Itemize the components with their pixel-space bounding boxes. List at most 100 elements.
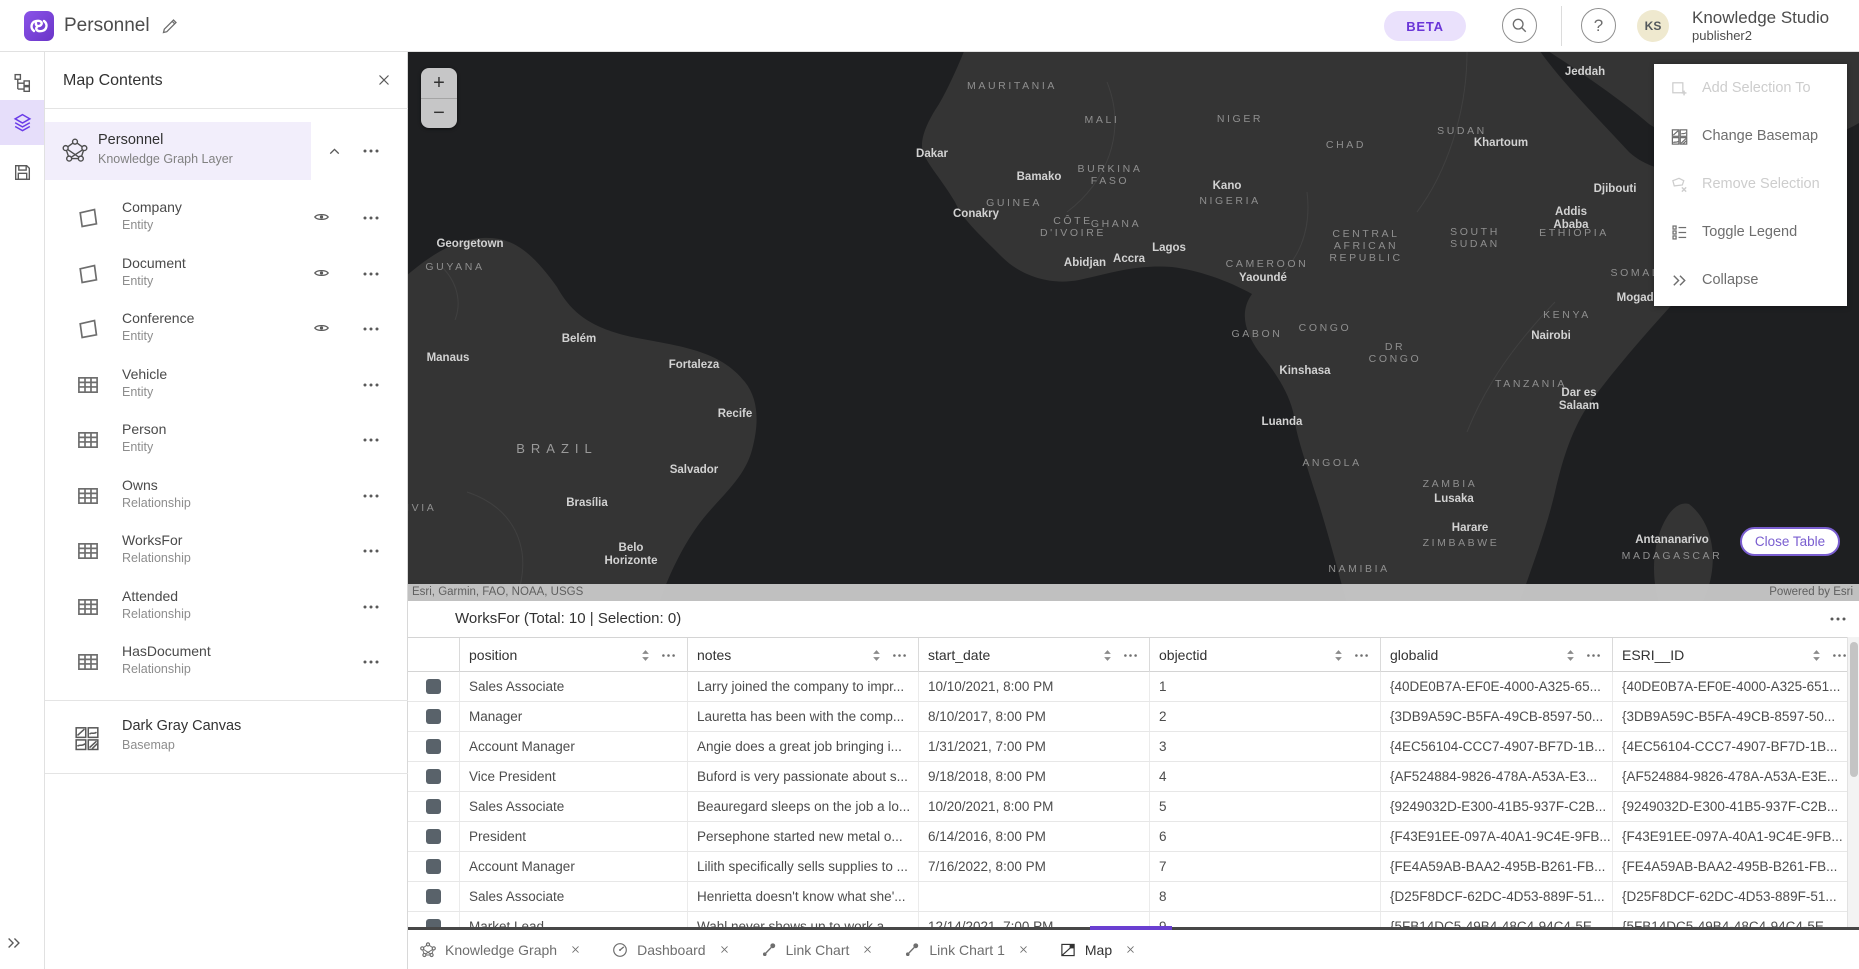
table-row[interactable]: Vice PresidentBuford is very passionate … bbox=[407, 762, 1859, 792]
cell-esri_id[interactable]: {D25F8DCF-62DC-4D53-889F-51... bbox=[1613, 882, 1859, 911]
cell-start_date[interactable]: 9/18/2018, 8:00 PM bbox=[919, 762, 1150, 791]
tab-link-chart[interactable]: Link Chart bbox=[760, 941, 874, 959]
column-options-button[interactable] bbox=[891, 649, 908, 662]
close-panel-icon[interactable] bbox=[375, 71, 393, 89]
layer-item-vehicle[interactable]: Vehicle Entity bbox=[45, 357, 408, 412]
sort-icon[interactable] bbox=[1101, 648, 1114, 663]
cell-position[interactable]: Manager bbox=[460, 702, 688, 731]
cell-start_date[interactable]: 10/10/2021, 8:00 PM bbox=[919, 672, 1150, 701]
layer-item-person[interactable]: Person Entity bbox=[45, 412, 408, 467]
tab-close-icon[interactable] bbox=[862, 944, 873, 955]
layer-options-button[interactable] bbox=[361, 543, 381, 559]
row-checkbox[interactable] bbox=[426, 919, 441, 927]
column-header-notes[interactable]: notes bbox=[688, 638, 919, 672]
zoom-in-button[interactable]: + bbox=[421, 68, 457, 98]
expand-rail-chevrons-icon[interactable] bbox=[5, 934, 23, 952]
cell-globalid[interactable]: {AF524884-9826-478A-A53A-E3... bbox=[1381, 762, 1613, 791]
layer-item-owns[interactable]: Owns Relationship bbox=[45, 468, 408, 523]
cell-globalid[interactable]: {FE4A59AB-BAA2-495B-B261-FB... bbox=[1381, 852, 1613, 881]
table-options-button[interactable] bbox=[1828, 612, 1848, 626]
table-row[interactable]: Account ManagerAngie does a great job br… bbox=[407, 732, 1859, 762]
cell-position[interactable]: Sales Associate bbox=[460, 882, 688, 911]
cell-globalid[interactable]: {3DB9A59C-B5FA-49CB-8597-50... bbox=[1381, 702, 1613, 731]
row-checkbox[interactable] bbox=[426, 799, 441, 814]
cell-notes[interactable]: Lauretta has been with the comp... bbox=[688, 702, 919, 731]
cell-position[interactable]: Vice President bbox=[460, 762, 688, 791]
column-options-button[interactable] bbox=[1122, 649, 1139, 662]
sort-icon[interactable] bbox=[870, 648, 883, 663]
layer-options-button[interactable] bbox=[361, 210, 381, 226]
cell-position[interactable]: Sales Associate bbox=[460, 792, 688, 821]
layer-visibility-eye-icon[interactable] bbox=[311, 264, 332, 282]
cell-globalid[interactable]: {5FB14DC5-49B4-48C4-94C4-5E... bbox=[1381, 912, 1613, 927]
cell-notes[interactable]: Beauregard sleeps on the job a lo... bbox=[688, 792, 919, 821]
tab-close-icon[interactable] bbox=[1018, 944, 1029, 955]
column-header-objectid[interactable]: objectid bbox=[1150, 638, 1381, 672]
cell-objectid[interactable]: 3 bbox=[1150, 732, 1381, 761]
column-options-button[interactable] bbox=[1353, 649, 1370, 662]
cell-position[interactable]: President bbox=[460, 822, 688, 851]
cell-objectid[interactable]: 5 bbox=[1150, 792, 1381, 821]
group-options-button[interactable] bbox=[361, 143, 381, 159]
context-menu-toggle-legend[interactable]: Toggle Legend bbox=[1654, 208, 1847, 256]
cell-globalid[interactable]: {9249032D-E300-41B5-937F-C2B... bbox=[1381, 792, 1613, 821]
column-header-globalid[interactable]: globalid bbox=[1381, 638, 1613, 672]
rail-layers-button[interactable] bbox=[0, 100, 44, 145]
cell-globalid[interactable]: {4EC56104-CCC7-4907-BF7D-1B... bbox=[1381, 732, 1613, 761]
tab-close-icon[interactable] bbox=[719, 944, 730, 955]
row-checkbox[interactable] bbox=[426, 859, 441, 874]
sort-icon[interactable] bbox=[1810, 648, 1823, 663]
layer-options-button[interactable] bbox=[361, 488, 381, 504]
layer-visibility-eye-icon[interactable] bbox=[311, 208, 332, 226]
cell-notes[interactable]: Henrietta doesn't know what she'... bbox=[688, 882, 919, 911]
layer-item-hasdocument[interactable]: HasDocument Relationship bbox=[45, 634, 408, 689]
sort-icon[interactable] bbox=[639, 648, 652, 663]
cell-esri_id[interactable]: {3DB9A59C-B5FA-49CB-8597-50... bbox=[1613, 702, 1859, 731]
zoom-out-button[interactable]: − bbox=[421, 98, 457, 128]
row-checkbox[interactable] bbox=[426, 739, 441, 754]
layer-visibility-eye-icon[interactable] bbox=[311, 319, 332, 337]
cell-esri_id[interactable]: {4EC56104-CCC7-4907-BF7D-1B... bbox=[1613, 732, 1859, 761]
layer-options-button[interactable] bbox=[361, 599, 381, 615]
layer-options-button[interactable] bbox=[361, 321, 381, 337]
cell-notes[interactable]: Buford is very passionate about s... bbox=[688, 762, 919, 791]
cell-start_date[interactable]: 1/31/2021, 7:00 PM bbox=[919, 732, 1150, 761]
map-view[interactable]: MAURITANIAMALINIGERSUDANCHADBURKINAFASON… bbox=[407, 52, 1859, 601]
layer-options-button[interactable] bbox=[361, 654, 381, 670]
close-table-button[interactable]: Close Table bbox=[1740, 527, 1840, 556]
row-checkbox[interactable] bbox=[426, 709, 441, 724]
cell-notes[interactable]: Angie does a great job bringing i... bbox=[688, 732, 919, 761]
cell-notes[interactable]: Persephone started new metal o... bbox=[688, 822, 919, 851]
cell-objectid[interactable]: 9 bbox=[1150, 912, 1381, 927]
row-checkbox[interactable] bbox=[426, 679, 441, 694]
table-row[interactable]: ManagerLauretta has been with the comp..… bbox=[407, 702, 1859, 732]
basemap-item[interactable]: Dark Gray Canvas Basemap bbox=[45, 712, 408, 767]
cell-globalid[interactable]: {D25F8DCF-62DC-4D53-889F-51... bbox=[1381, 882, 1613, 911]
cell-esri_id[interactable]: {AF524884-9826-478A-A53A-E3E... bbox=[1613, 762, 1859, 791]
cell-objectid[interactable]: 8 bbox=[1150, 882, 1381, 911]
layer-item-worksfor[interactable]: WorksFor Relationship bbox=[45, 523, 408, 578]
cell-globalid[interactable]: {40DE0B7A-EF0E-4000-A325-65... bbox=[1381, 672, 1613, 701]
cell-objectid[interactable]: 2 bbox=[1150, 702, 1381, 731]
table-row[interactable]: PresidentPersephone started new metal o.… bbox=[407, 822, 1859, 852]
user-avatar[interactable]: KS bbox=[1637, 10, 1669, 42]
column-options-button[interactable] bbox=[1585, 649, 1602, 662]
search-button[interactable] bbox=[1502, 8, 1537, 43]
cell-notes[interactable]: Wahl never shows up to work a... bbox=[688, 912, 919, 927]
layer-options-button[interactable] bbox=[361, 377, 381, 393]
layer-item-conference[interactable]: Conference Entity bbox=[45, 301, 408, 356]
knowledge-studio-logo-icon[interactable] bbox=[24, 11, 54, 41]
cell-start_date[interactable]: 12/14/2021, 7:00 PM bbox=[919, 912, 1150, 927]
rail-save-button[interactable] bbox=[0, 150, 44, 195]
cell-position[interactable]: Market Lead bbox=[460, 912, 688, 927]
sort-icon[interactable] bbox=[1332, 648, 1345, 663]
cell-position[interactable]: Account Manager bbox=[460, 852, 688, 881]
column-header-esri_id[interactable]: ESRI__ID bbox=[1613, 638, 1859, 672]
tab-close-icon[interactable] bbox=[570, 944, 581, 955]
cell-objectid[interactable]: 6 bbox=[1150, 822, 1381, 851]
cell-start_date[interactable]: 10/20/2021, 8:00 PM bbox=[919, 792, 1150, 821]
cell-esri_id[interactable]: {40DE0B7A-EF0E-4000-A325-651... bbox=[1613, 672, 1859, 701]
context-menu-change-basemap[interactable]: Change Basemap bbox=[1654, 112, 1847, 160]
collapse-group-chevron-up-icon[interactable] bbox=[326, 143, 343, 160]
table-row[interactable]: Sales AssociateLarry joined the company … bbox=[407, 672, 1859, 702]
